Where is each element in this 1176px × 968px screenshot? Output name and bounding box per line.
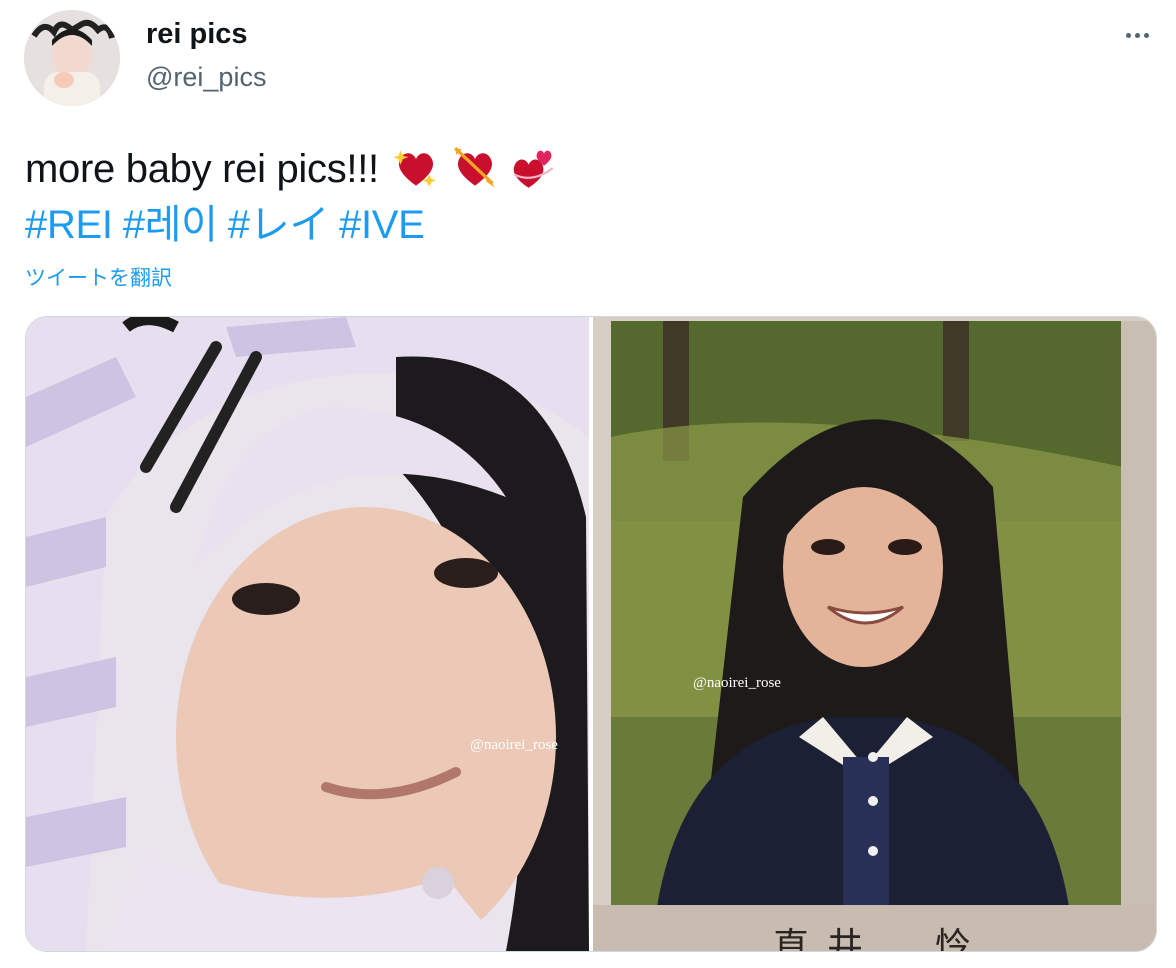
hashtag-link[interactable]: #レイ xyxy=(228,203,330,247)
more-dot-icon xyxy=(1143,32,1149,38)
hashtag-list: #REI #레이 #レイ #IVE xyxy=(25,196,435,254)
sparkling-heart-icon xyxy=(393,150,436,187)
profile-photo xyxy=(24,10,120,106)
photo-right[interactable]: @naoirei_rose 直井 怜 xyxy=(593,317,1156,951)
hashtag-link[interactable]: #IVE xyxy=(339,203,425,247)
translate-tweet-link[interactable]: ツイートを翻訳 xyxy=(25,262,172,292)
avatar[interactable] xyxy=(24,10,120,106)
more-dot-icon xyxy=(1134,32,1140,38)
hashtag-link[interactable]: #레이 xyxy=(123,203,218,247)
user-handle[interactable]: @rei_pics xyxy=(146,62,266,93)
photo-left[interactable]: @naoirei_rose xyxy=(26,317,589,951)
display-name[interactable]: rei pics xyxy=(146,18,248,51)
hashtag-link[interactable]: #REI xyxy=(25,203,113,247)
heart-with-arrow-icon xyxy=(453,146,495,188)
school-portrait-photo xyxy=(593,317,1156,951)
tweet-body: more baby rei pics!!! xyxy=(25,147,379,191)
more-options-button[interactable] xyxy=(1120,18,1154,52)
photo-watermark: @naoirei_rose xyxy=(470,737,558,753)
child-in-hood-photo xyxy=(26,317,589,951)
photo-watermark: @naoirei_rose xyxy=(693,675,781,691)
more-dot-icon xyxy=(1125,32,1131,38)
tweet-text: more baby rei pics!!! xyxy=(25,140,555,198)
two-hearts-icon xyxy=(514,150,554,188)
media-grid: @naoirei_rose @naoirei_rose 直井 怜 xyxy=(25,316,1157,952)
portrait-caption: 直井 怜 xyxy=(773,926,990,951)
